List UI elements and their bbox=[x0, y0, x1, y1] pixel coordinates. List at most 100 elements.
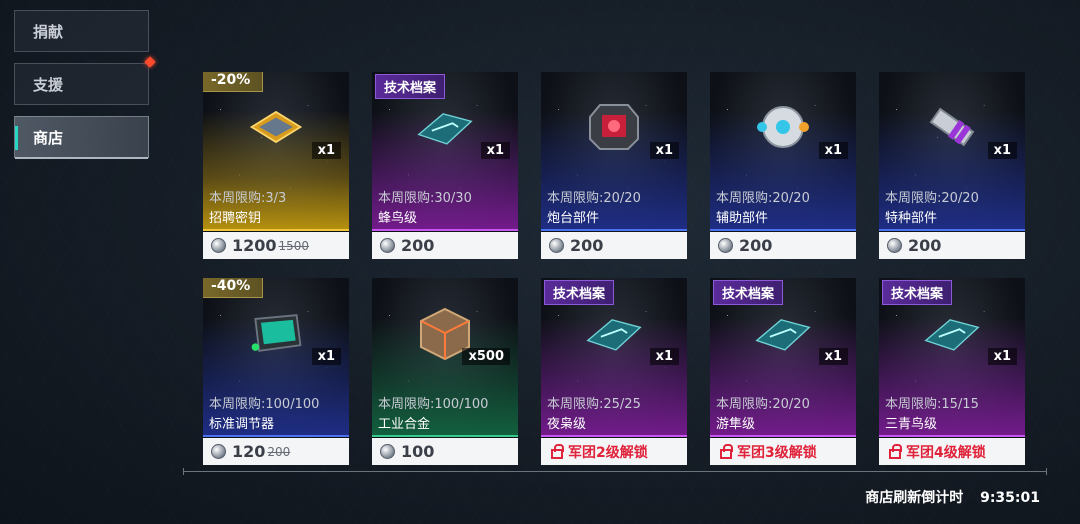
refresh-timer: 商店刷新倒计时 9:35:01 bbox=[865, 487, 1040, 507]
item-quantity: x1 bbox=[818, 142, 848, 159]
price-bar: 200 bbox=[879, 232, 1025, 259]
original-price: 1500 bbox=[278, 238, 310, 253]
nav-support-button[interactable]: 支援 bbox=[14, 56, 156, 105]
rarity-edge bbox=[372, 229, 518, 231]
shop-item-card[interactable]: x500 本周限购:100/100 工业合金 100 bbox=[372, 278, 518, 465]
special-part-icon bbox=[922, 102, 982, 152]
item-name: 工业合金 bbox=[378, 417, 431, 432]
refresh-label: 商店刷新倒计时 bbox=[865, 490, 964, 506]
unlock-requirement: 军团4级解锁 bbox=[906, 444, 986, 461]
rarity-edge bbox=[879, 435, 1025, 437]
key-crate-icon bbox=[246, 102, 306, 152]
rarity-edge bbox=[372, 435, 518, 437]
lock-icon bbox=[551, 443, 564, 459]
shop-item-card[interactable]: x1 本周限购:25/25 夜枭级 技术档案 军团2级解锁 bbox=[541, 278, 687, 465]
unlock-requirement: 军团3级解锁 bbox=[737, 444, 817, 461]
price-bar: 200 bbox=[372, 232, 518, 259]
discount-badge: -40% bbox=[203, 278, 264, 298]
weekly-limit: 本周限购:25/25 bbox=[547, 397, 641, 412]
weekly-limit: 本周限购:100/100 bbox=[378, 397, 489, 412]
weekly-limit: 本周限购:100/100 bbox=[209, 397, 320, 412]
price-bar: 1200 1500 bbox=[203, 232, 349, 259]
rarity-edge bbox=[541, 229, 687, 231]
locked-bar: 军团2级解锁 bbox=[541, 438, 687, 465]
refresh-countdown: 9:35:01 bbox=[980, 490, 1040, 506]
item-price: 100 bbox=[401, 442, 435, 461]
item-price: 1200 bbox=[232, 236, 277, 255]
blueprint-icon bbox=[753, 308, 813, 358]
item-name: 招聘密钥 bbox=[209, 211, 262, 226]
weekly-limit: 本周限购:20/20 bbox=[885, 191, 979, 206]
weekly-limit: 本周限购:3/3 bbox=[209, 191, 287, 206]
item-price: 200 bbox=[401, 236, 435, 255]
rarity-edge bbox=[879, 229, 1025, 231]
silver-coin-icon bbox=[211, 238, 226, 253]
silver-coin-icon bbox=[718, 238, 733, 253]
weekly-limit: 本周限购:20/20 bbox=[547, 191, 641, 206]
shop-item-card[interactable]: x1 本周限购:20/20 辅助部件 200 bbox=[710, 72, 856, 259]
silver-coin-icon bbox=[887, 238, 902, 253]
item-quantity: x1 bbox=[480, 142, 510, 159]
silver-coin-icon bbox=[549, 238, 564, 253]
item-quantity: x1 bbox=[649, 348, 679, 365]
nav-shop-button[interactable]: 商店 bbox=[14, 116, 149, 159]
discount-badge: -20% bbox=[203, 72, 264, 92]
nav-shop-label: 商店 bbox=[33, 128, 64, 147]
lock-icon bbox=[720, 443, 733, 459]
regulator-icon bbox=[246, 308, 306, 358]
price-bar: 200 bbox=[541, 232, 687, 259]
shop-item-card[interactable]: x1 本周限购:30/30 蜂鸟级 技术档案 200 bbox=[372, 72, 518, 259]
silver-coin-icon bbox=[211, 444, 226, 459]
rarity-edge bbox=[203, 435, 349, 437]
weekly-limit: 本周限购:20/20 bbox=[716, 191, 810, 206]
item-name: 三青鸟级 bbox=[885, 417, 938, 432]
nav-donate-label: 捐献 bbox=[33, 22, 64, 41]
weekly-limit: 本周限购:20/20 bbox=[716, 397, 810, 412]
item-price: 120 bbox=[232, 442, 266, 461]
blueprint-icon bbox=[584, 308, 644, 358]
shop-item-card[interactable]: x1 本周限购:20/20 游隼级 技术档案 军团3级解锁 bbox=[710, 278, 856, 465]
shop-item-card[interactable]: x1 本周限购:20/20 特种部件 200 bbox=[879, 72, 1025, 259]
item-name: 游隼级 bbox=[716, 417, 756, 432]
nav-donate-button[interactable]: 捐献 bbox=[14, 10, 149, 52]
item-name: 炮台部件 bbox=[547, 211, 600, 226]
side-nav: 捐献 支援 商店 bbox=[14, 10, 156, 169]
price-bar: 120 200 bbox=[203, 438, 349, 465]
rarity-edge bbox=[710, 229, 856, 231]
tech-archive-badge: 技术档案 bbox=[375, 74, 446, 99]
silver-coin-icon bbox=[380, 444, 395, 459]
tech-archive-badge: 技术档案 bbox=[882, 280, 953, 305]
blueprint-icon bbox=[415, 102, 475, 152]
silver-coin-icon bbox=[380, 238, 395, 253]
blueprint-icon bbox=[922, 308, 982, 358]
item-price: 200 bbox=[570, 236, 604, 255]
shop-item-card[interactable]: x1 本周限购:100/100 标准调节器 -40% 120 200 bbox=[203, 278, 349, 465]
item-price: 200 bbox=[908, 236, 942, 255]
rarity-edge bbox=[710, 435, 856, 437]
price-bar: 200 bbox=[710, 232, 856, 259]
shop-item-card[interactable]: x1 本周限购:3/3 招聘密钥 -20% 1200 1500 bbox=[203, 72, 349, 259]
unlock-requirement: 军团2级解锁 bbox=[568, 444, 648, 461]
rarity-edge bbox=[541, 435, 687, 437]
item-quantity: x1 bbox=[311, 142, 341, 159]
original-price: 200 bbox=[267, 444, 291, 459]
item-quantity: x1 bbox=[987, 142, 1017, 159]
item-price: 200 bbox=[739, 236, 773, 255]
item-name: 特种部件 bbox=[885, 211, 938, 226]
nav-support-label: 支援 bbox=[33, 75, 64, 94]
item-name: 蜂鸟级 bbox=[378, 211, 418, 226]
locked-bar: 军团4级解锁 bbox=[879, 438, 1025, 465]
price-bar: 100 bbox=[372, 438, 518, 465]
shop-divider bbox=[183, 468, 1047, 475]
tech-archive-badge: 技术档案 bbox=[544, 280, 615, 305]
item-quantity: x1 bbox=[987, 348, 1017, 365]
shop-item-card[interactable]: x1 本周限购:15/15 三青鸟级 技术档案军团4级解锁 bbox=[879, 278, 1025, 465]
weekly-limit: 本周限购:30/30 bbox=[378, 191, 472, 206]
shop-item-card[interactable]: x1 本周限购:20/20 炮台部件 200 bbox=[541, 72, 687, 259]
item-name: 辅助部件 bbox=[716, 211, 769, 226]
lock-icon bbox=[889, 443, 902, 459]
tech-archive-badge: 技术档案 bbox=[713, 280, 784, 305]
item-quantity: x1 bbox=[649, 142, 679, 159]
weekly-limit: 本周限购:15/15 bbox=[885, 397, 979, 412]
locked-bar: 军团3级解锁 bbox=[710, 438, 856, 465]
